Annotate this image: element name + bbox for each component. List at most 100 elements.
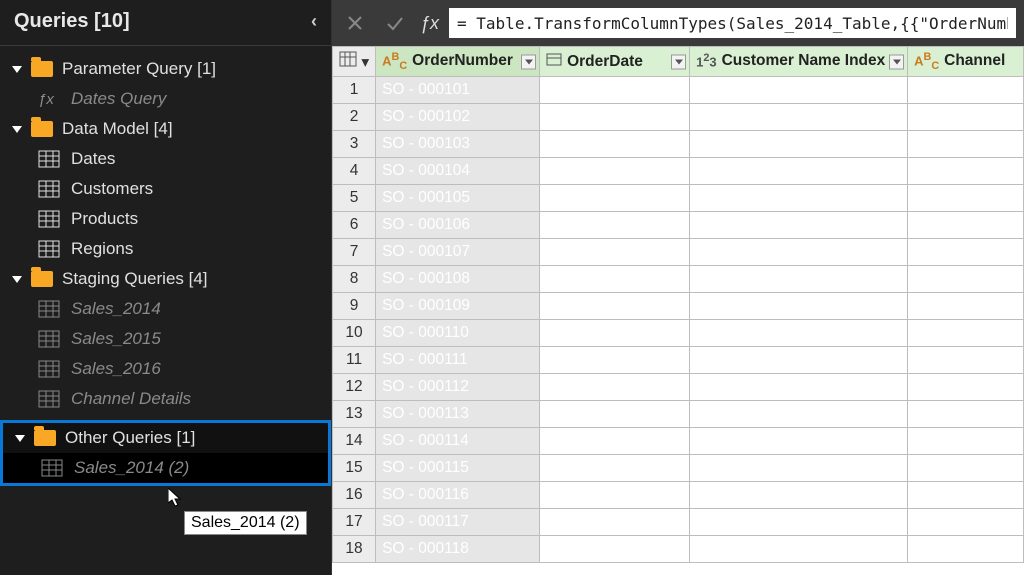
cell-orderdate[interactable]: 2/06/2014 xyxy=(540,509,690,536)
cell-orderdate[interactable]: 1/06/2014 xyxy=(540,239,690,266)
query-item[interactable]: Dates xyxy=(0,144,331,174)
cell-custindex[interactable]: 124 xyxy=(690,212,908,239)
cell-channel[interactable]: Export xyxy=(908,401,1024,428)
cell-channel[interactable]: Wholesale xyxy=(908,320,1024,347)
query-item[interactable]: Sales_2014 xyxy=(0,294,331,324)
row-number[interactable]: 16 xyxy=(333,482,376,509)
table-row[interactable]: 15SO - 0001152/06/201463Distributor xyxy=(333,455,1024,482)
table-row[interactable]: 4SO - 0001041/06/201476Export xyxy=(333,158,1024,185)
cell-channel[interactable]: Export xyxy=(908,428,1024,455)
column-header-ordernumber[interactable]: ABCOrderNumber xyxy=(376,47,540,77)
cell-ordernumber[interactable]: SO - 000103 xyxy=(376,131,540,158)
row-number[interactable]: 6 xyxy=(333,212,376,239)
table-row[interactable]: 7SO - 0001071/06/2014151Distributor xyxy=(333,239,1024,266)
cell-custindex[interactable]: 63 xyxy=(690,455,908,482)
cell-channel[interactable]: Wholesale xyxy=(908,212,1024,239)
query-item[interactable]: Regions xyxy=(0,234,331,264)
cell-ordernumber[interactable]: SO - 000101 xyxy=(376,77,540,104)
cell-orderdate[interactable]: 1/06/2014 xyxy=(540,131,690,158)
table-row[interactable]: 16SO - 0001162/06/2014110Wholesale xyxy=(333,482,1024,509)
cell-channel[interactable]: Distributor xyxy=(908,374,1024,401)
table-row[interactable]: 9SO - 0001092/06/2014121Wholesale xyxy=(333,293,1024,320)
cell-ordernumber[interactable]: SO - 000106 xyxy=(376,212,540,239)
query-item[interactable]: Channel Details xyxy=(0,384,331,414)
cell-ordernumber[interactable]: SO - 000110 xyxy=(376,320,540,347)
cell-custindex[interactable]: 110 xyxy=(690,482,908,509)
query-group-row[interactable]: Data Model [4] xyxy=(0,114,331,144)
fx-icon[interactable]: ƒx xyxy=(420,13,439,34)
cell-channel[interactable]: Distributor xyxy=(908,266,1024,293)
cell-channel[interactable]: Wholesale xyxy=(908,293,1024,320)
cell-ordernumber[interactable]: SO - 000105 xyxy=(376,185,540,212)
cell-orderdate[interactable]: 1/06/2014 xyxy=(540,266,690,293)
table-row[interactable]: 6SO - 0001061/06/2014124Wholesale xyxy=(333,212,1024,239)
cell-custindex[interactable]: 121 xyxy=(690,293,908,320)
cell-custindex[interactable]: 8 xyxy=(690,131,908,158)
cell-orderdate[interactable]: 1/06/2014 xyxy=(540,104,690,131)
filter-dropdown-icon[interactable] xyxy=(671,54,686,69)
cell-custindex[interactable]: 130 xyxy=(690,347,908,374)
cell-channel[interactable]: Export xyxy=(908,347,1024,374)
row-number[interactable]: 1 xyxy=(333,77,376,104)
cell-orderdate[interactable]: 2/06/2014 xyxy=(540,374,690,401)
query-item[interactable]: Sales_2015 xyxy=(0,324,331,354)
formula-input[interactable] xyxy=(449,8,1016,38)
cell-custindex[interactable]: 27 xyxy=(690,428,908,455)
query-group-row[interactable]: Other Queries [1] xyxy=(3,423,328,453)
table-row[interactable]: 8SO - 0001081/06/201420Distributor xyxy=(333,266,1024,293)
row-number[interactable]: 7 xyxy=(333,239,376,266)
accept-formula-button[interactable] xyxy=(380,8,410,38)
cell-custindex[interactable]: 143 xyxy=(690,185,908,212)
cell-custindex[interactable]: 110 xyxy=(690,509,908,536)
cell-ordernumber[interactable]: SO - 000108 xyxy=(376,266,540,293)
table-row[interactable]: 12SO - 0001122/06/2014144Distributor xyxy=(333,374,1024,401)
cell-orderdate[interactable]: 2/06/2014 xyxy=(540,455,690,482)
cell-channel[interactable]: Wholesale xyxy=(908,104,1024,131)
cell-custindex[interactable]: 59 xyxy=(690,77,908,104)
cell-custindex[interactable]: 20 xyxy=(690,266,908,293)
table-row[interactable]: 1SO - 0001011/06/201459Distributor xyxy=(333,77,1024,104)
query-item[interactable]: Sales_2014 (2) xyxy=(3,453,328,483)
cell-ordernumber[interactable]: SO - 000113 xyxy=(376,401,540,428)
row-number[interactable]: 9 xyxy=(333,293,376,320)
row-number[interactable]: 17 xyxy=(333,509,376,536)
row-number[interactable]: 3 xyxy=(333,131,376,158)
query-item[interactable]: ƒxDates Query xyxy=(0,84,331,114)
row-number[interactable]: 15 xyxy=(333,455,376,482)
cell-ordernumber[interactable]: SO - 000118 xyxy=(376,536,540,563)
row-number[interactable]: 2 xyxy=(333,104,376,131)
table-row[interactable]: 11SO - 0001112/06/2014130Export xyxy=(333,347,1024,374)
filter-dropdown-icon[interactable] xyxy=(521,54,536,69)
cell-ordernumber[interactable]: SO - 000112 xyxy=(376,374,540,401)
cell-orderdate[interactable]: 2/06/2014 xyxy=(540,401,690,428)
cell-ordernumber[interactable]: SO - 000104 xyxy=(376,158,540,185)
cell-channel[interactable]: Export xyxy=(908,158,1024,185)
cell-channel[interactable]: Distributor xyxy=(908,77,1024,104)
query-item[interactable]: Sales_2016 xyxy=(0,354,331,384)
table-row[interactable]: 5SO - 0001051/06/2014143Wholesale xyxy=(333,185,1024,212)
cell-custindex[interactable]: 130 xyxy=(690,401,908,428)
column-header-channel[interactable]: ABCChannel xyxy=(908,47,1024,77)
cell-orderdate[interactable]: 1/06/2014 xyxy=(540,185,690,212)
row-number[interactable]: 14 xyxy=(333,428,376,455)
cell-custindex[interactable]: 156 xyxy=(690,536,908,563)
row-number[interactable]: 12 xyxy=(333,374,376,401)
cell-ordernumber[interactable]: SO - 000117 xyxy=(376,509,540,536)
table-row[interactable]: 2SO - 0001021/06/201433Wholesale xyxy=(333,104,1024,131)
row-number[interactable]: 8 xyxy=(333,266,376,293)
cell-custindex[interactable]: 144 xyxy=(690,374,908,401)
cell-orderdate[interactable]: 1/06/2014 xyxy=(540,212,690,239)
table-row[interactable]: 3SO - 0001031/06/20148Export xyxy=(333,131,1024,158)
cell-ordernumber[interactable]: SO - 000107 xyxy=(376,239,540,266)
cell-ordernumber[interactable]: SO - 000115 xyxy=(376,455,540,482)
cell-channel[interactable]: Export xyxy=(908,131,1024,158)
cell-orderdate[interactable]: 2/06/2014 xyxy=(540,428,690,455)
cell-orderdate[interactable]: 2/06/2014 xyxy=(540,536,690,563)
collapse-icon[interactable]: ‹ xyxy=(311,11,317,32)
cell-orderdate[interactable]: 1/06/2014 xyxy=(540,158,690,185)
query-group-row[interactable]: Parameter Query [1] xyxy=(0,54,331,84)
cell-custindex[interactable]: 76 xyxy=(690,158,908,185)
cell-channel[interactable]: Export xyxy=(908,536,1024,563)
cell-ordernumber[interactable]: SO - 000102 xyxy=(376,104,540,131)
table-row[interactable]: 13SO - 0001132/06/2014130Export xyxy=(333,401,1024,428)
